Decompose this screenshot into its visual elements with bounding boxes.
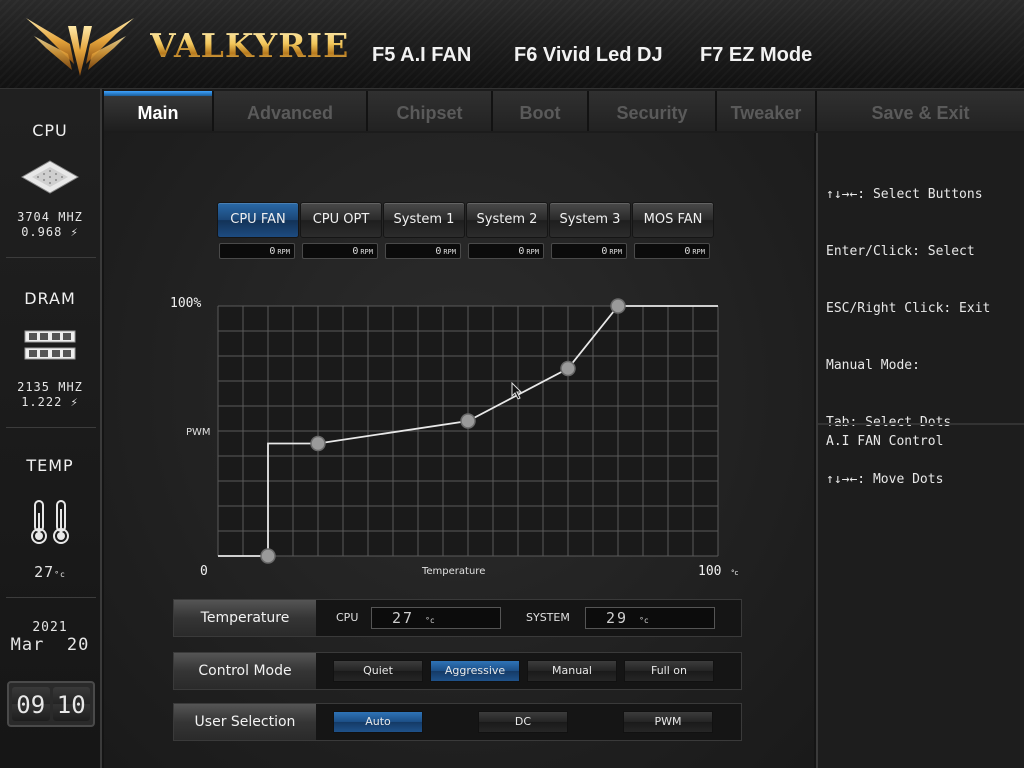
sidebar-divider — [6, 427, 96, 428]
selection-auto-button[interactable]: Auto — [333, 711, 423, 733]
temp-title: TEMP — [26, 456, 74, 475]
f6-vivid-led-dj-button[interactable]: F6 Vivid Led DJ — [514, 44, 663, 67]
cpu-frequency: 3704 MHZ — [17, 210, 83, 224]
cpu-temp-readout: 27 °c — [371, 607, 501, 629]
help-line: ESC/Right Click: Exit — [826, 301, 991, 316]
dram-title: DRAM — [24, 289, 76, 308]
control-mode-row: Control Mode Quiet Aggressive Manual Ful… — [173, 652, 742, 690]
curve-control-point-1[interactable] — [260, 548, 276, 564]
voltage-bolt-icon: ⚡ — [70, 395, 79, 409]
f5-ai-fan-button[interactable]: F5 A.I FAN — [367, 44, 476, 72]
fan-button-mos-fan[interactable]: MOS FAN — [632, 202, 714, 238]
thermometer-icon — [31, 500, 69, 544]
selection-pwm-button[interactable]: PWM — [623, 711, 713, 733]
temperature-row-label: Temperature — [174, 600, 316, 636]
mode-quiet-button[interactable]: Quiet — [333, 660, 423, 682]
help-line: ↑↓→←: Move Dots — [826, 472, 944, 487]
user-selection-row: User Selection Auto DC PWM — [173, 703, 742, 741]
fan-button-system-1[interactable]: System 1 — [383, 202, 465, 238]
rpm-readout-system-3: 0 RPM — [551, 243, 627, 259]
rpm-readout-system-2: 0 RPM — [468, 243, 544, 259]
f7-ez-mode-button[interactable]: F7 EZ Mode — [700, 44, 812, 67]
fan-curve-chart[interactable]: 100% PWM 0 100 °c Temperature — [160, 285, 750, 585]
sidebar-temperature: 27°c — [34, 563, 66, 581]
curve-control-point-5[interactable] — [610, 298, 626, 314]
curve-control-point-3[interactable] — [460, 413, 476, 429]
system-temp-label: SYSTEM — [526, 611, 570, 624]
help-line: ↑↓→←: Select Buttons — [826, 187, 983, 202]
y-axis-max-label: 100% — [170, 296, 201, 311]
help-line: Enter/Click: Select — [826, 244, 975, 259]
tab-chipset[interactable]: Chipset — [368, 91, 493, 131]
fan-button-cpu-fan[interactable]: CPU FAN — [217, 202, 299, 238]
mode-aggressive-button[interactable]: Aggressive — [430, 660, 520, 682]
mode-manual-button[interactable]: Manual — [527, 660, 617, 682]
item-description: A.I FAN Control — [826, 434, 944, 449]
dram-voltage: 1.222 ⚡ — [21, 395, 79, 409]
clock-hours: 09 — [12, 687, 50, 721]
help-panel-divider — [818, 423, 1024, 425]
x-axis-max-unit: °c — [731, 569, 739, 577]
chart-grid — [217, 305, 719, 557]
rpm-readout-cpu-fan: 0 RPM — [219, 243, 295, 259]
keyboard-help-text: ↑↓→←: Select Buttons Enter/Click: Select… — [826, 147, 990, 527]
x-axis-max-label: 100 — [698, 564, 721, 579]
curve-control-point-2[interactable] — [310, 435, 326, 452]
help-line: Manual Mode: — [826, 358, 920, 373]
voltage-bolt-icon: ⚡ — [70, 225, 79, 239]
clock-display: 09 10 — [7, 681, 95, 727]
cpu-temp-label: CPU — [336, 611, 359, 624]
x-axis-min-label: 0 — [200, 564, 208, 579]
tab-advanced[interactable]: Advanced — [214, 91, 368, 131]
tab-boot[interactable]: Boot — [493, 91, 589, 131]
clock-minutes: 10 — [52, 687, 90, 721]
fan-button-system-3[interactable]: System 3 — [549, 202, 631, 238]
cpu-title: CPU — [32, 121, 68, 140]
date-month-day: Mar 20 — [10, 635, 90, 655]
selection-dc-button[interactable]: DC — [478, 711, 568, 733]
tab-security[interactable]: Security — [589, 91, 717, 131]
x-axis-label: Temperature — [421, 566, 485, 577]
sidebar-divider — [6, 257, 96, 258]
mode-full-on-button[interactable]: Full on — [624, 660, 714, 682]
tab-tweaker[interactable]: Tweaker — [717, 91, 817, 131]
valkyrie-wings-logo — [26, 18, 134, 76]
fan-button-system-2[interactable]: System 2 — [466, 202, 548, 238]
rpm-readout-mos-fan: 0 RPM — [634, 243, 710, 259]
control-mode-label: Control Mode — [174, 653, 316, 689]
fan-button-cpu-opt[interactable]: CPU OPT — [300, 202, 382, 238]
mouse-pointer-icon — [511, 382, 523, 400]
user-selection-label: User Selection — [174, 704, 316, 740]
header-bar: VALKYRIE F5 A.I FAN F6 Vivid Led DJ F7 E… — [0, 0, 1024, 89]
temperature-row: Temperature CPU 27 °c SYSTEM 29 °c — [173, 599, 742, 637]
system-temp-readout: 29 °c — [585, 607, 715, 629]
rpm-readout-system-1: 0 RPM — [385, 243, 461, 259]
menu-tab-bar: Main Advanced Chipset Boot Security Twea… — [104, 89, 1024, 133]
rpm-readout-cpu-opt: 0 RPM — [302, 243, 378, 259]
cpu-voltage: 0.968 ⚡ — [21, 225, 79, 239]
system-status-sidebar: CPU 3704 MHZ 0.968 ⚡ DRAM 2135 MHZ 1.222… — [0, 89, 102, 768]
y-axis-label: PWM — [186, 427, 211, 438]
tab-save-exit[interactable]: Save & Exit — [817, 91, 1024, 131]
cpu-chip-icon — [20, 160, 80, 194]
sidebar-divider — [6, 597, 96, 598]
brand-name: VALKYRIE — [150, 26, 350, 65]
tab-main[interactable]: Main — [104, 91, 214, 131]
help-panel: ↑↓→←: Select Buttons Enter/Click: Select… — [816, 133, 1024, 768]
dram-module-icon — [24, 330, 76, 360]
dram-frequency: 2135 MHZ — [17, 380, 83, 394]
curve-control-point-4[interactable] — [560, 360, 576, 377]
date-year: 2021 — [32, 620, 68, 635]
